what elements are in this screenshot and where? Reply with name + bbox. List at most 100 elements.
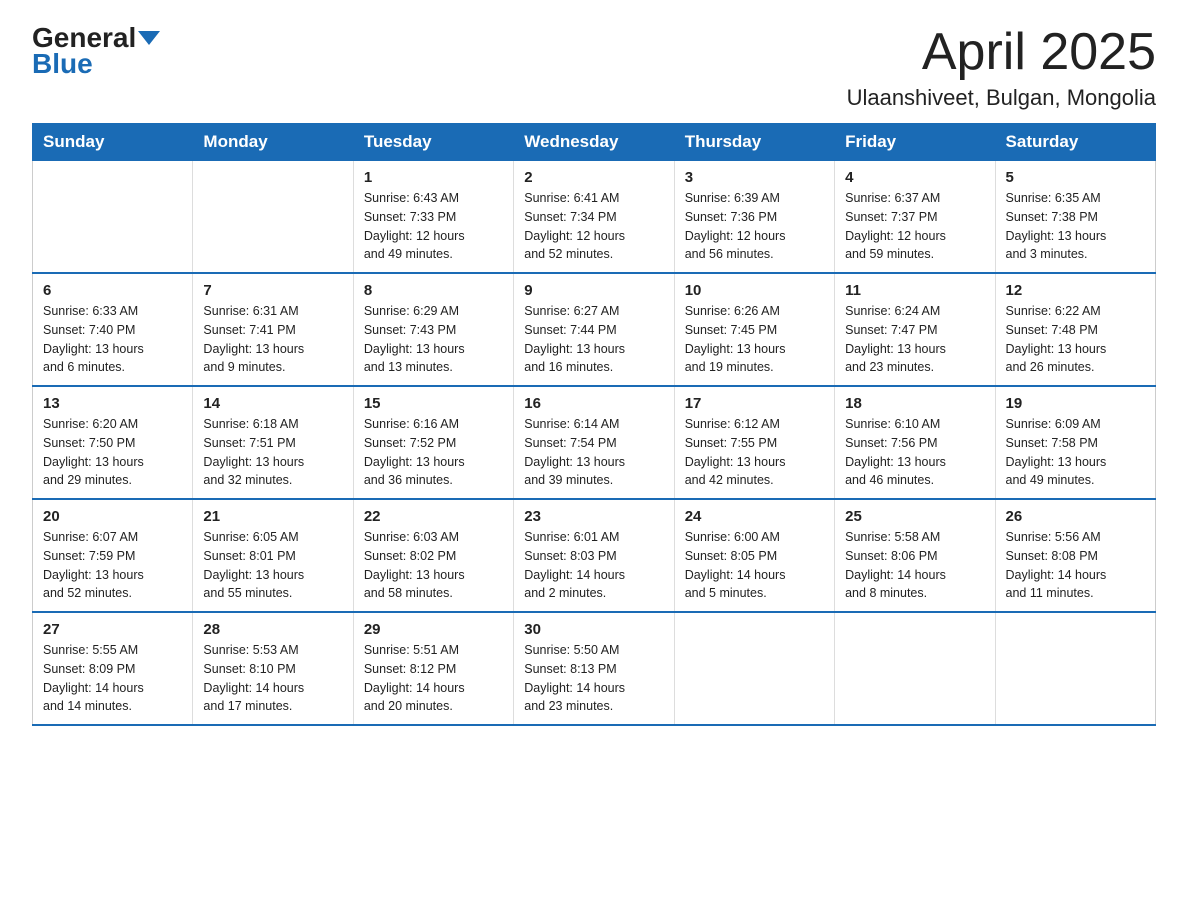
- day-info: Sunrise: 6:00 AM Sunset: 8:05 PM Dayligh…: [685, 528, 824, 603]
- header-thursday: Thursday: [674, 124, 834, 161]
- day-number: 6: [43, 282, 182, 299]
- location-title: Ulaanshiveet, Bulgan, Mongolia: [847, 85, 1156, 111]
- day-info: Sunrise: 6:01 AM Sunset: 8:03 PM Dayligh…: [524, 528, 663, 603]
- day-number: 27: [43, 621, 182, 638]
- calendar-cell: 1 Sunrise: 6:43 AM Sunset: 7:33 PM Daylig…: [353, 161, 513, 274]
- calendar-week-row: 1 Sunrise: 6:43 AM Sunset: 7:33 PM Daylig…: [33, 161, 1156, 274]
- calendar-week-row: 27 Sunrise: 5:55 AM Sunset: 8:09 PM Dayli…: [33, 612, 1156, 725]
- day-number: 10: [685, 282, 824, 299]
- calendar-cell: 2 Sunrise: 6:41 AM Sunset: 7:34 PM Daylig…: [514, 161, 674, 274]
- day-number: 1: [364, 169, 503, 186]
- calendar-cell: 25Sunrise: 5:58 AM Sunset: 8:06 PM Dayli…: [835, 499, 995, 612]
- day-info: Sunrise: 6:09 AM Sunset: 7:58 PM Dayligh…: [1006, 415, 1145, 490]
- day-number: 30: [524, 621, 663, 638]
- day-info: Sunrise: 6:43 AM Sunset: 7:33 PM Dayligh…: [364, 189, 503, 264]
- page-header: General Blue April 2025 Ulaanshiveet, Bu…: [32, 24, 1156, 111]
- day-info: Sunrise: 6:12 AM Sunset: 7:55 PM Dayligh…: [685, 415, 824, 490]
- day-info: Sunrise: 6:14 AM Sunset: 7:54 PM Dayligh…: [524, 415, 663, 490]
- day-info: Sunrise: 6:16 AM Sunset: 7:52 PM Dayligh…: [364, 415, 503, 490]
- day-info: Sunrise: 6:29 AM Sunset: 7:43 PM Dayligh…: [364, 302, 503, 377]
- logo: General Blue: [32, 24, 160, 80]
- day-number: 26: [1006, 508, 1145, 525]
- day-info: Sunrise: 5:50 AM Sunset: 8:13 PM Dayligh…: [524, 641, 663, 716]
- day-info: Sunrise: 6:20 AM Sunset: 7:50 PM Dayligh…: [43, 415, 182, 490]
- day-info: Sunrise: 6:31 AM Sunset: 7:41 PM Dayligh…: [203, 302, 342, 377]
- calendar-cell: 15Sunrise: 6:16 AM Sunset: 7:52 PM Dayli…: [353, 386, 513, 499]
- day-number: 20: [43, 508, 182, 525]
- day-number: 14: [203, 395, 342, 412]
- header-friday: Friday: [835, 124, 995, 161]
- day-info: Sunrise: 6:41 AM Sunset: 7:34 PM Dayligh…: [524, 189, 663, 264]
- calendar-cell: 30 Sunrise: 5:50 AM Sunset: 8:13 PM Dayli…: [514, 612, 674, 725]
- day-number: 28: [203, 621, 342, 638]
- calendar-cell: 22 Sunrise: 6:03 AM Sunset: 8:02 PM Dayli…: [353, 499, 513, 612]
- day-number: 22: [364, 508, 503, 525]
- calendar-table: SundayMondayTuesdayWednesdayThursdayFrid…: [32, 123, 1156, 726]
- calendar-cell: 24 Sunrise: 6:00 AM Sunset: 8:05 PM Dayli…: [674, 499, 834, 612]
- day-info: Sunrise: 5:55 AM Sunset: 8:09 PM Dayligh…: [43, 641, 182, 716]
- day-number: 8: [364, 282, 503, 299]
- calendar-cell: 11 Sunrise: 6:24 AM Sunset: 7:47 PM Dayli…: [835, 273, 995, 386]
- calendar-cell: 9Sunrise: 6:27 AM Sunset: 7:44 PM Daylig…: [514, 273, 674, 386]
- header-saturday: Saturday: [995, 124, 1155, 161]
- calendar-cell: 7 Sunrise: 6:31 AM Sunset: 7:41 PM Daylig…: [193, 273, 353, 386]
- calendar-cell: 6Sunrise: 6:33 AM Sunset: 7:40 PM Daylig…: [33, 273, 193, 386]
- calendar-cell: 27 Sunrise: 5:55 AM Sunset: 8:09 PM Dayli…: [33, 612, 193, 725]
- day-info: Sunrise: 6:37 AM Sunset: 7:37 PM Dayligh…: [845, 189, 984, 264]
- calendar-cell: 12 Sunrise: 6:22 AM Sunset: 7:48 PM Dayli…: [995, 273, 1155, 386]
- calendar-cell: 28 Sunrise: 5:53 AM Sunset: 8:10 PM Dayli…: [193, 612, 353, 725]
- calendar-header-row: SundayMondayTuesdayWednesdayThursdayFrid…: [33, 124, 1156, 161]
- day-info: Sunrise: 5:51 AM Sunset: 8:12 PM Dayligh…: [364, 641, 503, 716]
- day-number: 17: [685, 395, 824, 412]
- day-number: 3: [685, 169, 824, 186]
- day-number: 18: [845, 395, 984, 412]
- day-info: Sunrise: 6:24 AM Sunset: 7:47 PM Dayligh…: [845, 302, 984, 377]
- day-info: Sunrise: 6:07 AM Sunset: 7:59 PM Dayligh…: [43, 528, 182, 603]
- calendar-cell: 10 Sunrise: 6:26 AM Sunset: 7:45 PM Dayli…: [674, 273, 834, 386]
- day-number: 13: [43, 395, 182, 412]
- day-number: 24: [685, 508, 824, 525]
- calendar-cell: 16 Sunrise: 6:14 AM Sunset: 7:54 PM Dayli…: [514, 386, 674, 499]
- day-number: 2: [524, 169, 663, 186]
- day-info: Sunrise: 6:18 AM Sunset: 7:51 PM Dayligh…: [203, 415, 342, 490]
- day-number: 12: [1006, 282, 1145, 299]
- month-title: April 2025: [847, 24, 1156, 81]
- calendar-cell: 29Sunrise: 5:51 AM Sunset: 8:12 PM Dayli…: [353, 612, 513, 725]
- day-info: Sunrise: 6:22 AM Sunset: 7:48 PM Dayligh…: [1006, 302, 1145, 377]
- logo-text-blue: Blue: [32, 48, 93, 80]
- header-monday: Monday: [193, 124, 353, 161]
- day-number: 19: [1006, 395, 1145, 412]
- calendar-cell: 8 Sunrise: 6:29 AM Sunset: 7:43 PM Daylig…: [353, 273, 513, 386]
- header-wednesday: Wednesday: [514, 124, 674, 161]
- day-info: Sunrise: 6:35 AM Sunset: 7:38 PM Dayligh…: [1006, 189, 1145, 264]
- day-info: Sunrise: 5:53 AM Sunset: 8:10 PM Dayligh…: [203, 641, 342, 716]
- day-number: 23: [524, 508, 663, 525]
- day-number: 7: [203, 282, 342, 299]
- calendar-cell: [995, 612, 1155, 725]
- day-info: Sunrise: 6:27 AM Sunset: 7:44 PM Dayligh…: [524, 302, 663, 377]
- day-number: 5: [1006, 169, 1145, 186]
- calendar-cell: 14 Sunrise: 6:18 AM Sunset: 7:51 PM Dayli…: [193, 386, 353, 499]
- calendar-cell: [193, 161, 353, 274]
- calendar-cell: 19 Sunrise: 6:09 AM Sunset: 7:58 PM Dayli…: [995, 386, 1155, 499]
- day-info: Sunrise: 6:03 AM Sunset: 8:02 PM Dayligh…: [364, 528, 503, 603]
- day-number: 16: [524, 395, 663, 412]
- header-tuesday: Tuesday: [353, 124, 513, 161]
- logo-triangle-icon: [138, 31, 160, 45]
- day-info: Sunrise: 5:56 AM Sunset: 8:08 PM Dayligh…: [1006, 528, 1145, 603]
- calendar-cell: [33, 161, 193, 274]
- title-block: April 2025 Ulaanshiveet, Bulgan, Mongoli…: [847, 24, 1156, 111]
- day-info: Sunrise: 5:58 AM Sunset: 8:06 PM Dayligh…: [845, 528, 984, 603]
- day-number: 21: [203, 508, 342, 525]
- calendar-week-row: 6Sunrise: 6:33 AM Sunset: 7:40 PM Daylig…: [33, 273, 1156, 386]
- calendar-week-row: 20 Sunrise: 6:07 AM Sunset: 7:59 PM Dayli…: [33, 499, 1156, 612]
- calendar-cell: 23 Sunrise: 6:01 AM Sunset: 8:03 PM Dayli…: [514, 499, 674, 612]
- day-info: Sunrise: 6:10 AM Sunset: 7:56 PM Dayligh…: [845, 415, 984, 490]
- calendar-cell: 4 Sunrise: 6:37 AM Sunset: 7:37 PM Daylig…: [835, 161, 995, 274]
- day-info: Sunrise: 6:39 AM Sunset: 7:36 PM Dayligh…: [685, 189, 824, 264]
- day-number: 4: [845, 169, 984, 186]
- day-info: Sunrise: 6:26 AM Sunset: 7:45 PM Dayligh…: [685, 302, 824, 377]
- calendar-cell: [674, 612, 834, 725]
- calendar-week-row: 13 Sunrise: 6:20 AM Sunset: 7:50 PM Dayli…: [33, 386, 1156, 499]
- day-number: 11: [845, 282, 984, 299]
